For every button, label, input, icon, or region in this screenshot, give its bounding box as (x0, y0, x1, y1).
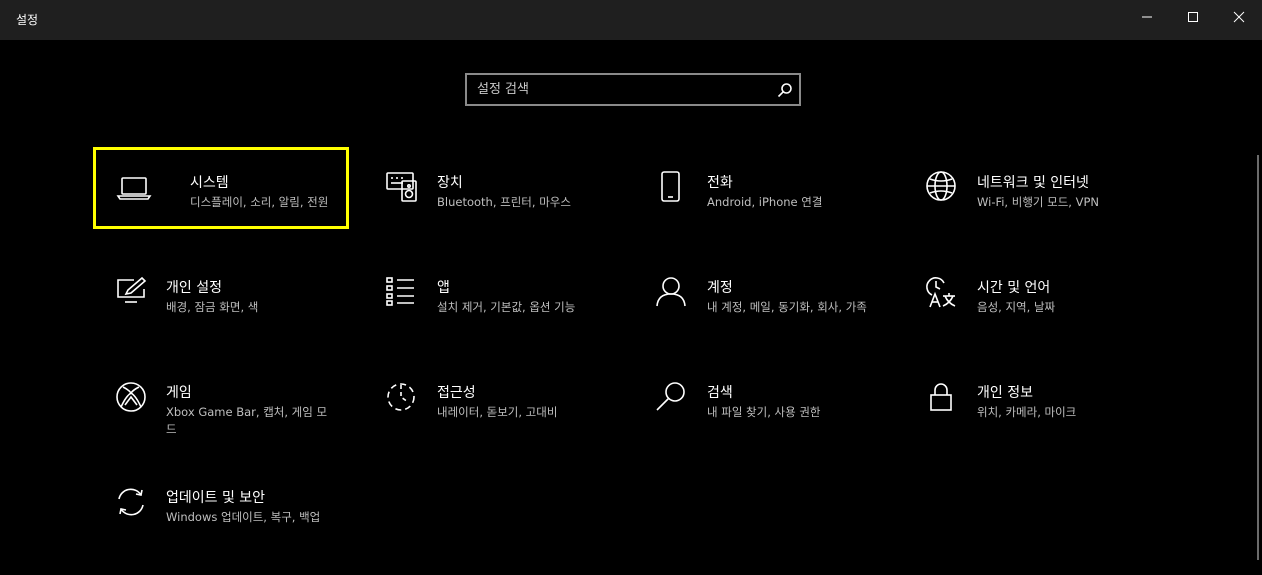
title-bar: 설정 (0, 0, 1262, 40)
ease-of-access-icon (387, 383, 415, 411)
scrollbar[interactable] (1257, 155, 1259, 560)
tile-description: Android, iPhone 연결 (707, 195, 823, 209)
tile-title: 개인 정보 (977, 385, 1033, 401)
tile-description: 내 파일 찾기, 사용 권한 (707, 405, 821, 419)
tile-description: Wi-Fi, 비행기 모드, VPN (977, 195, 1100, 209)
phone-icon (661, 171, 680, 202)
tile-description: 음성, 지역, 날짜 (977, 300, 1056, 314)
tile-title: 장치 (437, 175, 463, 191)
tile-apps[interactable]: 앱 설치 제거, 기본값, 옵션 기능 (386, 277, 646, 357)
app-list-icon (386, 277, 414, 306)
close-icon (1233, 11, 1245, 23)
tile-title: 검색 (707, 385, 733, 401)
tile-title: 전화 (707, 175, 733, 191)
tile-title: 시간 및 언어 (977, 280, 1051, 296)
search-icon[interactable] (777, 82, 793, 98)
minimize-icon (1142, 16, 1152, 18)
tile-system[interactable]: 시스템 디스플레이, 소리, 알림, 전원 (116, 172, 376, 252)
tile-title: 개인 설정 (166, 280, 222, 296)
tile-search[interactable]: 검색 내 파일 찾기, 사용 권한 (656, 382, 916, 462)
tile-description: Bluetooth, 프린터, 마우스 (437, 195, 571, 209)
tile-title: 업데이트 및 보안 (166, 490, 266, 506)
tile-description: 디스플레이, 소리, 알림, 전원 (190, 195, 329, 209)
tile-title: 앱 (437, 280, 450, 296)
maximize-icon (1188, 12, 1198, 22)
tile-description: 위치, 카메라, 마이크 (977, 405, 1077, 419)
tile-devices[interactable]: 장치 Bluetooth, 프린터, 마우스 (386, 172, 646, 252)
tile-title: 게임 (166, 385, 192, 401)
tile-accounts[interactable]: 계정 내 계정, 메일, 동기화, 회사, 가족 (656, 277, 916, 357)
tile-update-security[interactable]: 업데이트 및 보안 Windows 업데이트, 복구, 백업 (116, 487, 376, 567)
clock-language-icon (926, 277, 956, 308)
maximize-button[interactable] (1170, 0, 1216, 34)
tile-description: 내 계정, 메일, 동기화, 회사, 가족 (707, 300, 867, 314)
tile-description: 배경, 잠금 화면, 색 (166, 300, 259, 314)
tile-privacy[interactable]: 개인 정보 위치, 카메라, 마이크 (926, 382, 1186, 462)
laptop-icon (116, 177, 152, 200)
person-icon (656, 277, 686, 307)
lock-icon (930, 383, 952, 411)
tile-description: 설치 제거, 기본값, 옵션 기능 (437, 300, 576, 314)
tile-description: 내레이터, 돋보기, 고대비 (437, 405, 558, 419)
tile-title: 네트워크 및 인터넷 (977, 175, 1089, 191)
globe-icon (926, 171, 956, 201)
tile-network[interactable]: 네트워크 및 인터넷 Wi-Fi, 비행기 모드, VPN (926, 171, 1186, 252)
tile-time-language[interactable]: 시간 및 언어 음성, 지역, 날짜 (926, 277, 1186, 357)
minimize-button[interactable] (1124, 0, 1170, 34)
search-box[interactable] (465, 73, 801, 106)
sync-icon (118, 488, 144, 516)
tile-ease-of-access[interactable]: 접근성 내레이터, 돋보기, 고대비 (386, 382, 646, 462)
tile-title: 접근성 (437, 385, 476, 401)
tile-title: 계정 (707, 280, 733, 296)
window-title: 설정 (16, 13, 39, 27)
close-button[interactable] (1216, 0, 1262, 34)
tile-personalization[interactable]: 개인 설정 배경, 잠금 화면, 색 (116, 276, 376, 357)
keyboard-speaker-icon (386, 172, 417, 202)
paint-monitor-icon (117, 276, 147, 303)
tile-description: Windows 업데이트, 복구, 백업 (166, 510, 321, 524)
search-input[interactable] (467, 75, 767, 104)
magnifier-icon (656, 382, 685, 411)
tile-phone[interactable]: 전화 Android, iPhone 연결 (656, 171, 916, 252)
xbox-icon (116, 382, 146, 412)
tile-gaming[interactable]: 게임 Xbox Game Bar, 캡처, 게임 모드 (116, 382, 376, 462)
tile-description: Xbox Game Bar, 캡처, 게임 모드 (166, 405, 328, 436)
tile-title: 시스템 (190, 175, 229, 191)
